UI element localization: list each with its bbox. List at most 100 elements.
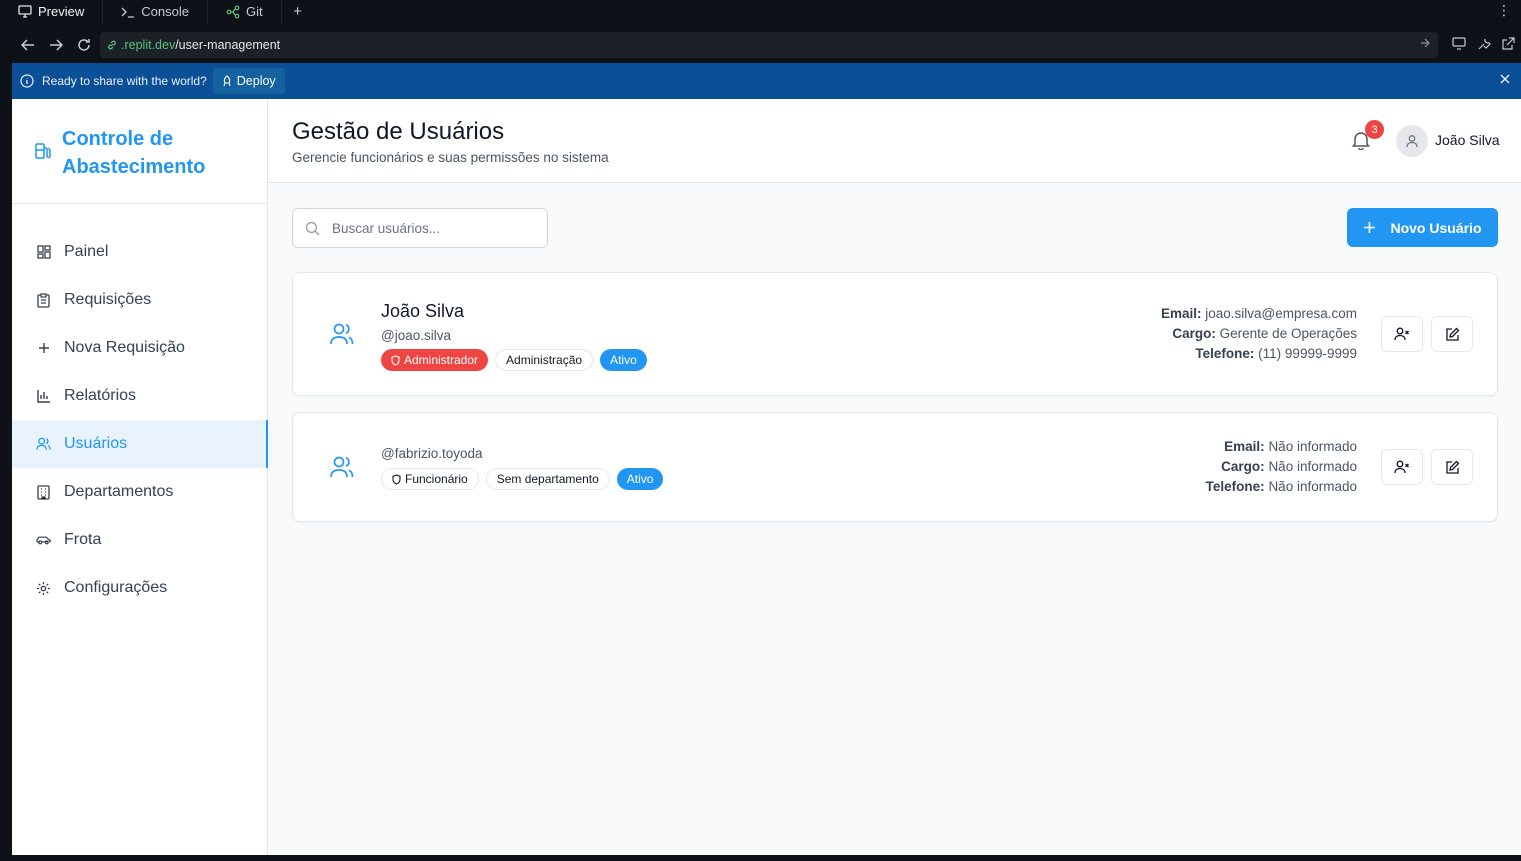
devices-icon[interactable] [1452,37,1467,56]
sidebar-item-label: Frota [64,531,102,548]
fuel-pump-icon [34,142,52,165]
user-details: Email: joao.silva@empresa.com Cargo: Ger… [1161,304,1357,364]
user-badges: Funcionário Sem departamento Ativo [381,468,664,490]
rocket-icon [222,75,232,87]
deactivate-user-button[interactable] [1381,449,1423,485]
edit-user-button[interactable] [1431,316,1473,352]
cargo-row: Cargo: Gerente de Operações [1161,324,1357,344]
info-icon [20,74,34,88]
user-handle: @fabrizio.toyoda [381,446,483,461]
sidebar-item-configuracoes[interactable]: Configurações [12,564,267,612]
git-branch-icon [226,5,240,19]
monitor-icon [18,5,32,19]
shield-icon [391,354,400,366]
sidebar-item-label: Departamentos [64,483,174,500]
sidebar-item-label: Requisições [64,291,152,308]
cargo-label: Cargo: [1221,459,1265,474]
page-header: Gestão de Usuários Gerencie funcionários… [268,99,1521,183]
phone-value: Não informado [1268,479,1357,494]
deploy-label: Deploy [236,74,276,88]
url-field[interactable]: .replit.dev/user-management [100,32,1438,58]
sidebar-item-label: Painel [64,243,109,260]
sidebar-item-label: Relatórios [64,387,137,404]
tab-git[interactable]: Git [208,0,282,23]
banner-message: Ready to share with the world? [42,74,207,88]
tab-label: Preview [38,4,85,19]
bar-chart-icon [36,389,51,404]
tab-label: Console [141,4,189,19]
user-x-icon [1394,327,1410,341]
user-handle: @joao.silva [381,328,451,343]
edit-user-button[interactable] [1431,449,1473,485]
current-user-name[interactable]: João Silva [1435,132,1500,148]
url-actions [1452,37,1515,56]
cargo-value: Não informado [1268,459,1357,474]
brand-title: Controle de Abastecimento [62,128,206,178]
status-badge: Ativo [600,349,647,371]
deploy-button[interactable]: Deploy [212,68,285,94]
search-box [292,208,548,248]
department-badge: Sem departamento [485,468,610,490]
deploy-banner: Ready to share with the world? Deploy [12,63,1521,99]
search-input[interactable] [332,220,522,236]
sidebar-item-label: Usuários [64,435,128,452]
sidebar-item-requisicoes[interactable]: Requisições [12,276,267,324]
tab-console[interactable]: Console [103,0,208,23]
tab-label: Git [245,4,263,19]
status-badge: Ativo [616,468,664,490]
sidebar-item-usuarios[interactable]: Usuários [12,420,268,468]
terminal-icon [121,5,135,19]
back-arrow-icon[interactable] [14,31,42,59]
brand: Controle de Abastecimento [12,99,267,204]
link-icon [106,39,118,51]
close-icon[interactable] [1499,73,1511,88]
cargo-row: Cargo: Não informado [1206,457,1357,477]
sidebar-item-label: Nova Requisição [64,339,185,356]
avatar[interactable] [1396,125,1428,157]
sidebar-item-painel[interactable]: Painel [12,228,267,276]
phone-value: (11) 99999-9999 [1258,346,1357,361]
new-user-button[interactable]: Novo Usuário [1347,208,1498,247]
dashboard-icon [36,245,51,260]
new-user-label: Novo Usuário [1390,219,1482,236]
go-arrow-icon[interactable] [1420,38,1430,48]
phone-row: Telefone: (11) 99999-9999 [1161,344,1357,364]
wrench-icon[interactable] [1477,37,1491,56]
clipboard-icon [36,292,51,308]
sidebar-item-frota[interactable]: Frota [12,516,267,564]
role-badge: Administrador [381,349,489,371]
page-subtitle: Gerencie funcionários e suas permissões … [292,150,609,165]
user-details: Email: Não informado Cargo: Não informad… [1206,437,1357,497]
sidebar-item-relatorios[interactable]: Relatórios [12,372,267,420]
email-row: Email: Não informado [1206,437,1357,457]
email-label: Email: [1224,439,1265,454]
new-tab-button[interactable]: + [282,0,314,23]
sidebar: Controle de Abastecimento Painel Requisi… [12,99,268,855]
email-value: Não informado [1268,439,1357,454]
sidebar-item-nova-requisicao[interactable]: Nova Requisição [12,324,267,372]
role-badge: Funcionário [381,468,479,490]
phone-label: Telefone: [1205,479,1265,494]
car-icon [36,533,51,548]
department-badge: Administração [495,349,594,371]
external-link-icon[interactable] [1501,37,1515,56]
user-x-icon [1394,460,1410,474]
notification-badge: 3 [1365,120,1384,139]
deactivate-user-button[interactable] [1381,316,1423,352]
url-host: .replit.dev [121,38,176,52]
browser-url-bar: .replit.dev/user-management [0,29,1521,61]
cargo-label: Cargo: [1172,326,1216,341]
tab-preview[interactable]: Preview [0,0,104,23]
more-vertical-icon[interactable]: ⋮ [1497,2,1511,19]
search-icon [305,221,320,236]
forward-arrow-icon[interactable] [42,31,70,59]
user-card: João Silva @joao.silva Administrador Adm… [292,272,1498,396]
sidebar-nav: Painel Requisições Nova Requisição Relat… [12,204,268,612]
url-path: /user-management [175,38,281,52]
user-badges: Administrador Administração Ativo [381,349,647,371]
role-label: Administrador [404,353,479,367]
sidebar-item-departamentos[interactable]: Departamentos [12,468,267,516]
edit-icon [1445,327,1460,342]
users-icon [36,437,51,452]
reload-icon[interactable] [70,31,98,59]
